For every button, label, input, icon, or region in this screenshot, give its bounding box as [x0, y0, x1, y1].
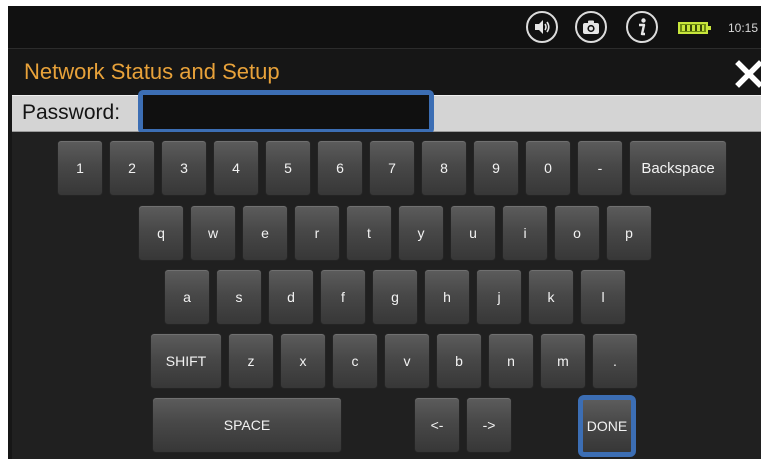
key-q[interactable]: q: [138, 205, 184, 261]
key-minus[interactable]: -: [577, 140, 623, 196]
on-screen-keyboard: 1 2 3 4 5 6 7 8 9 0 - Backspace q w e r …: [12, 132, 761, 459]
page-title: Network Status and Setup: [24, 59, 280, 84]
key-p[interactable]: p: [606, 205, 652, 261]
key-0[interactable]: 0: [525, 140, 571, 196]
key-period[interactable]: .: [592, 333, 638, 389]
key-t[interactable]: t: [346, 205, 392, 261]
info-icon[interactable]: [626, 11, 658, 43]
device-screen: 10:15 Network Status and Setup Password:…: [8, 6, 761, 459]
battery-level: [682, 25, 704, 31]
key-k[interactable]: k: [528, 269, 574, 325]
password-row: Password:: [12, 90, 761, 134]
status-clock: 10:15: [728, 21, 759, 35]
key-f[interactable]: f: [320, 269, 366, 325]
key-3[interactable]: 3: [161, 140, 207, 196]
close-icon[interactable]: [734, 59, 761, 89]
key-x[interactable]: x: [280, 333, 326, 389]
key-j[interactable]: j: [476, 269, 522, 325]
key-5[interactable]: 5: [265, 140, 311, 196]
password-input[interactable]: [138, 90, 434, 134]
camera-icon[interactable]: [575, 11, 607, 43]
key-z[interactable]: z: [228, 333, 274, 389]
key-1[interactable]: 1: [57, 140, 103, 196]
key-m[interactable]: m: [540, 333, 586, 389]
key-u[interactable]: u: [450, 205, 496, 261]
cursor-left-key[interactable]: <-: [414, 397, 460, 453]
cursor-right-key[interactable]: ->: [466, 397, 512, 453]
key-i[interactable]: i: [502, 205, 548, 261]
status-bar: 10:15: [8, 6, 761, 49]
space-key[interactable]: SPACE: [152, 397, 342, 453]
key-a[interactable]: a: [164, 269, 210, 325]
key-4[interactable]: 4: [213, 140, 259, 196]
key-d[interactable]: d: [268, 269, 314, 325]
key-b[interactable]: b: [436, 333, 482, 389]
key-l[interactable]: l: [580, 269, 626, 325]
key-v[interactable]: v: [384, 333, 430, 389]
backspace-key[interactable]: Backspace: [629, 140, 727, 196]
key-r[interactable]: r: [294, 205, 340, 261]
key-e[interactable]: e: [242, 205, 288, 261]
shift-key[interactable]: SHIFT: [150, 333, 222, 389]
key-9[interactable]: 9: [473, 140, 519, 196]
key-s[interactable]: s: [216, 269, 262, 325]
done-key[interactable]: DONE: [578, 395, 636, 457]
battery-icon: [678, 22, 711, 34]
key-w[interactable]: w: [190, 205, 236, 261]
key-6[interactable]: 6: [317, 140, 363, 196]
key-7[interactable]: 7: [369, 140, 415, 196]
key-c[interactable]: c: [332, 333, 378, 389]
key-h[interactable]: h: [424, 269, 470, 325]
key-2[interactable]: 2: [109, 140, 155, 196]
key-8[interactable]: 8: [421, 140, 467, 196]
password-label: Password:: [22, 101, 121, 124]
title-bar: Network Status and Setup: [8, 49, 761, 94]
volume-icon[interactable]: [526, 11, 558, 43]
key-o[interactable]: o: [554, 205, 600, 261]
key-g[interactable]: g: [372, 269, 418, 325]
key-y[interactable]: y: [398, 205, 444, 261]
key-n[interactable]: n: [488, 333, 534, 389]
